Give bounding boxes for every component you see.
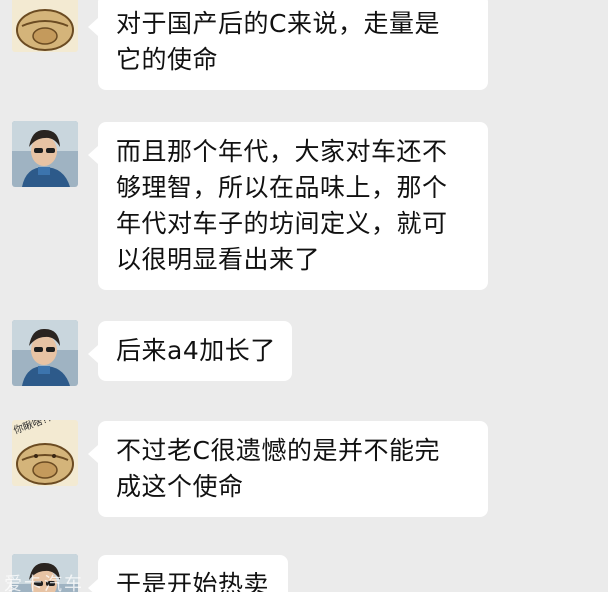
avatar-person[interactable]: [12, 121, 78, 187]
message-line: 成这个使命: [116, 472, 244, 501]
message-bubble-2[interactable]: 而且那个年代，大家对车还不 够理智，所以在品味上，那个 年代对车子的坊间定义，就…: [88, 122, 488, 290]
message-line: 它的使命: [116, 45, 219, 74]
message-line: 对于国产后的C来说，走量是: [116, 9, 440, 38]
cat-avatar-icon: [12, 0, 78, 52]
avatar-cat[interactable]: 你瞅啥?!: [12, 420, 78, 486]
person-avatar-icon: [12, 121, 78, 187]
watermark: 爱卡汽车: [4, 574, 84, 592]
chat-area: 对于国产后的C来说，走量是 它的使命 而且那个年代，大家对车还不 够理智，所以在…: [0, 0, 608, 592]
message-line: 后来a4加长了: [116, 336, 276, 365]
avatar-person[interactable]: [12, 320, 78, 386]
message-line: 以很明显看出来了: [116, 245, 321, 274]
message-line: 于是开始热卖: [116, 570, 270, 592]
message-line: 够理智，所以在品味上，那个: [116, 173, 448, 202]
person-avatar-icon: [12, 320, 78, 386]
message-bubble-4[interactable]: 不过老C很遗憾的是并不能完 成这个使命: [88, 421, 488, 517]
message-bubble-3[interactable]: 后来a4加长了: [88, 321, 292, 381]
message-bubble-5[interactable]: 于是开始热卖: [88, 555, 288, 592]
message-line: 而且那个年代，大家对车还不: [116, 137, 448, 166]
avatar-cat[interactable]: [12, 0, 78, 52]
message-line: 年代对车子的坊间定义，就可: [116, 209, 448, 238]
cat-avatar-icon: 你瞅啥?!: [12, 420, 78, 486]
message-line: 不过老C很遗憾的是并不能完: [116, 436, 440, 465]
message-bubble-1[interactable]: 对于国产后的C来说，走量是 它的使命: [88, 0, 488, 90]
